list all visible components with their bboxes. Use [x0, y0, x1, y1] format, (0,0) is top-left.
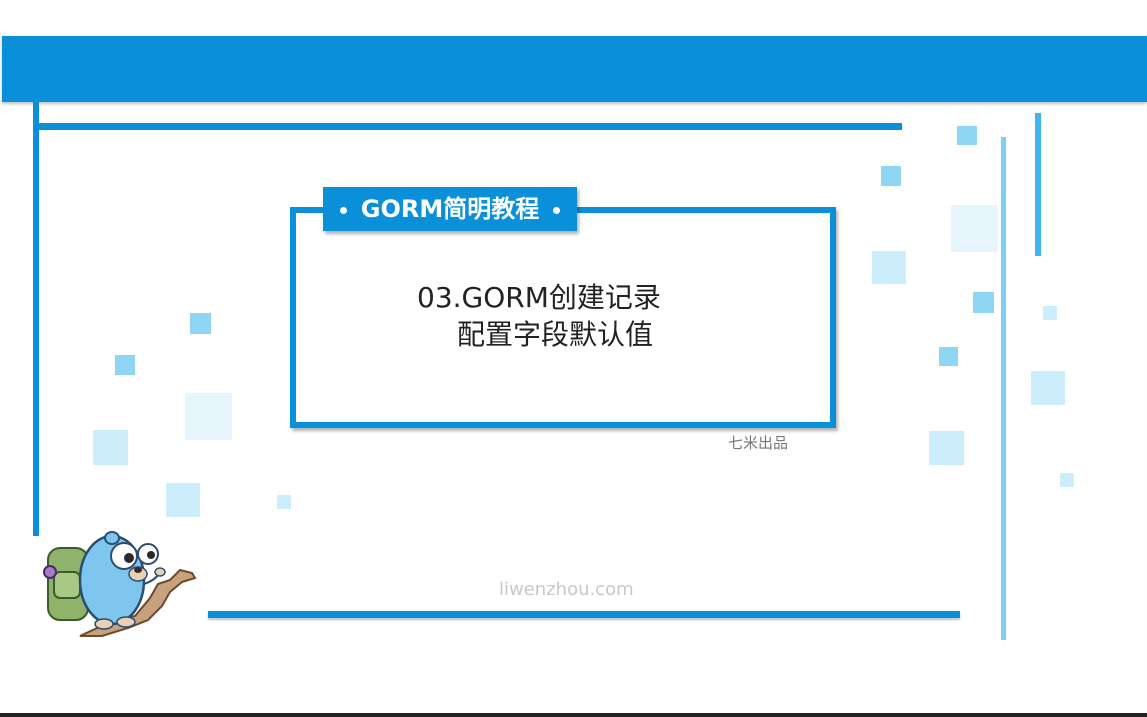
- credit-text: 七米出品: [728, 434, 789, 452]
- course-tag-label: GORM简明教程: [360, 195, 540, 223]
- decor-square: [190, 313, 211, 334]
- decor-square: [1043, 306, 1057, 320]
- decor-square: [929, 431, 964, 465]
- decor-square: [881, 166, 901, 186]
- course-tag: GORM简明教程: [323, 187, 577, 231]
- top-horizontal-line: [37, 123, 902, 130]
- bullet-dot-icon: [339, 206, 347, 214]
- left-vertical-line: [33, 100, 39, 536]
- footer-url: liwenzhou.com: [499, 579, 634, 600]
- slide-title-line2: 配置字段默认值: [457, 318, 654, 351]
- bottom-border-line: [0, 713, 1147, 717]
- decor-square: [93, 430, 128, 465]
- top-banner-bar: [2, 36, 1147, 102]
- decor-square: [166, 483, 200, 517]
- right-vertical-line: [1001, 137, 1006, 640]
- decor-square: [973, 292, 994, 313]
- decor-square: [957, 126, 977, 145]
- decor-square: [277, 495, 291, 509]
- bottom-horizontal-line: [208, 611, 960, 618]
- decor-square: [872, 251, 906, 284]
- decor-square: [185, 393, 232, 440]
- decor-square: [1060, 473, 1074, 487]
- decor-square: [115, 355, 135, 375]
- decor-square: [1031, 371, 1065, 405]
- right-vertical-line-short: [1035, 113, 1041, 256]
- decor-square: [951, 205, 998, 252]
- decor-square: [939, 347, 958, 366]
- bullet-dot-icon: [553, 206, 561, 214]
- slide-title-line1: 03.GORM创建记录: [417, 281, 661, 314]
- gopher-mascot-icon: [43, 531, 197, 637]
